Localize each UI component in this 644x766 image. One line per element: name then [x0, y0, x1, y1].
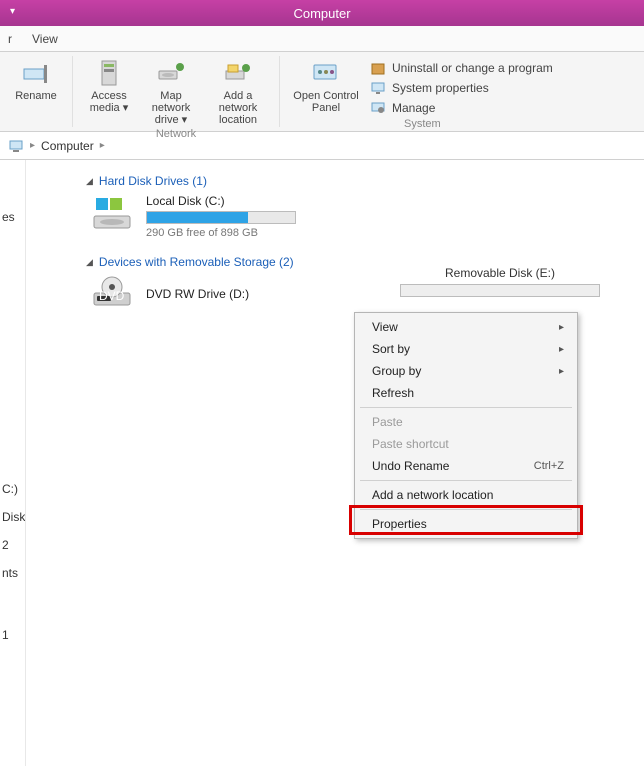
context-menu-add-network-location[interactable]: Add a network location	[358, 484, 574, 506]
drive-item-removable-e[interactable]: Removable Disk (E:)	[400, 266, 600, 297]
ribbon-group-network-label: Network	[156, 128, 196, 140]
add-network-location-button[interactable]: Add a network location	[203, 56, 273, 126]
server-icon	[94, 58, 124, 88]
ribbon: Rename Access media ▾ Map network drive …	[0, 52, 644, 132]
svg-text:DVD: DVD	[99, 289, 125, 303]
rename-button[interactable]: Rename	[6, 56, 66, 113]
map-network-drive-button[interactable]: Map network drive ▾	[141, 56, 201, 126]
context-menu-paste-shortcut: Paste shortcut	[358, 433, 574, 455]
submenu-arrow-icon: ▸	[559, 344, 564, 355]
open-control-panel-button[interactable]: Open Control Panel	[286, 56, 366, 114]
submenu-arrow-icon: ▸	[559, 366, 564, 377]
rename-icon	[21, 58, 51, 88]
context-menu: View▸ Sort by▸ Group by▸ Refresh Paste P…	[354, 312, 578, 539]
sidebar-item[interactable]: 1	[0, 628, 25, 642]
sidebar-item[interactable]: C:)	[0, 482, 25, 496]
menubar: r View	[0, 26, 644, 52]
sidebar-item[interactable]: 2	[0, 538, 25, 552]
uninstall-program-button[interactable]: Uninstall or change a program	[370, 60, 553, 76]
dropdown-icon[interactable]: ▾	[10, 6, 15, 17]
menu-separator	[360, 480, 572, 481]
network-folder-icon	[223, 58, 253, 88]
context-menu-paste: Paste	[358, 411, 574, 433]
monitor-icon	[370, 80, 386, 96]
menu-separator	[360, 407, 572, 408]
nav-sidebar: es C:) Disk (E:) 2 nts 1	[0, 160, 26, 766]
collapse-icon[interactable]: ◢	[86, 257, 93, 268]
menu-separator	[360, 509, 572, 510]
context-menu-group-by[interactable]: Group by▸	[358, 360, 574, 382]
submenu-arrow-icon: ▸	[559, 322, 564, 333]
collapse-icon[interactable]: ◢	[86, 176, 93, 187]
manage-button[interactable]: Manage	[370, 100, 553, 116]
hard-drive-icon	[90, 194, 134, 232]
network-drive-icon	[156, 58, 186, 88]
breadcrumb-computer[interactable]: Computer	[41, 139, 94, 153]
gear-monitor-icon	[370, 100, 386, 116]
breadcrumb-chevron-icon[interactable]: ▸	[100, 140, 105, 151]
ribbon-group-system-label: System	[404, 118, 441, 130]
drive-name: Local Disk (C:)	[146, 194, 296, 208]
menubar-tab-view[interactable]: View	[32, 32, 58, 46]
drive-item-local-c[interactable]: Local Disk (C:) 290 GB free of 898 GB	[90, 194, 644, 239]
drive-usage-bar	[146, 211, 296, 224]
sidebar-item[interactable]: Disk (E:)	[0, 510, 25, 524]
context-menu-refresh[interactable]: Refresh	[358, 382, 574, 404]
context-menu-view[interactable]: View▸	[358, 316, 574, 338]
menubar-tab-computer[interactable]: r	[8, 32, 12, 46]
context-menu-properties[interactable]: Properties	[358, 513, 574, 535]
drive-name: DVD RW Drive (D:)	[146, 287, 249, 301]
access-media-button[interactable]: Access media ▾	[79, 56, 139, 126]
sidebar-item[interactable]: nts	[0, 566, 25, 580]
control-panel-icon	[311, 58, 341, 88]
section-hard-disk-drives[interactable]: ◢ Hard Disk Drives (1)	[86, 174, 644, 188]
drive-free-text: 290 GB free of 898 GB	[146, 227, 296, 239]
dvd-drive-icon: DVD	[90, 275, 134, 313]
window-titlebar: ▾ Computer	[0, 0, 644, 26]
system-properties-button[interactable]: System properties	[370, 80, 553, 96]
breadcrumb-chevron-icon[interactable]: ▸	[30, 140, 35, 151]
context-menu-sort-by[interactable]: Sort by▸	[358, 338, 574, 360]
context-menu-undo-rename[interactable]: Undo RenameCtrl+Z	[358, 455, 574, 477]
package-icon	[370, 60, 386, 76]
drive-usage-bar	[400, 284, 600, 297]
window-title: Computer	[293, 6, 350, 21]
drive-name: Removable Disk (E:)	[445, 266, 555, 280]
drive-usage-fill	[147, 212, 248, 223]
address-bar[interactable]: ▸ Computer ▸	[0, 132, 644, 160]
sidebar-item[interactable]: es	[0, 210, 25, 224]
computer-icon	[8, 138, 24, 154]
